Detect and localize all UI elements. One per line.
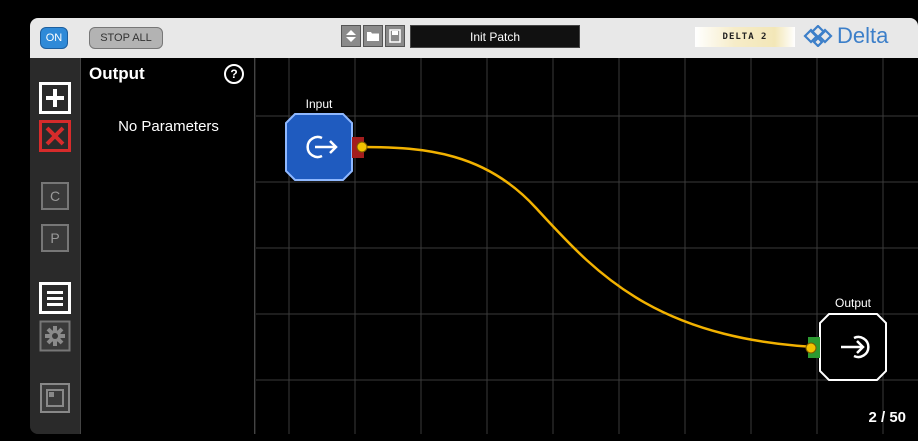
gear-icon (39, 320, 71, 352)
delete-x-icon (39, 120, 71, 152)
delta2-badge: DELTA 2 (695, 27, 795, 47)
delete-module-button[interactable] (39, 120, 71, 152)
menu-list-icon (39, 282, 71, 314)
open-folder-button[interactable] (363, 25, 383, 47)
preset-controls (341, 25, 405, 47)
output-node[interactable]: Output (819, 296, 887, 381)
preset-name-display[interactable]: Init Patch (410, 25, 580, 48)
no-parameters-text: No Parameters (118, 118, 219, 135)
patch-graph[interactable]: Input Output (256, 58, 918, 434)
save-icon (389, 29, 401, 43)
up-down-arrows-icon (346, 30, 356, 42)
patch-canvas[interactable]: Input Output 2 / 50 (256, 58, 918, 434)
copy-button[interactable]: C (39, 180, 71, 212)
canvas-grid (256, 58, 918, 434)
left-toolbar: C P (30, 58, 80, 434)
brand-logo: Delta (803, 23, 888, 49)
settings-button[interactable] (39, 320, 71, 352)
folder-icon (367, 32, 379, 41)
paste-label: P (50, 230, 60, 246)
on-button[interactable]: ON (40, 27, 68, 49)
stop-all-button[interactable]: STOP ALL (89, 27, 163, 49)
parameter-panel: Output ? No Parameters (80, 58, 255, 434)
brand-name: Delta (837, 23, 889, 48)
copy-label: C (49, 188, 61, 204)
main-area: C P Output ? No Parameters Input Output … (30, 58, 918, 434)
window-icon (40, 383, 70, 413)
menu-button[interactable] (39, 282, 71, 314)
output-node-label: Output (835, 296, 872, 310)
top-bar: ON STOP ALL Init Patch DELTA 2 Delta (30, 18, 918, 58)
window-toggle-button[interactable] (39, 382, 71, 414)
plus-icon (39, 82, 71, 114)
output-node-input-port[interactable] (805, 337, 820, 358)
delta-logo-icon (803, 25, 833, 47)
input-node-label: Input (306, 97, 333, 111)
module-counter: 2 / 50 (868, 409, 906, 426)
input-node[interactable]: Input (285, 97, 353, 181)
preset-stepper[interactable] (341, 25, 361, 47)
app-window: ON STOP ALL Init Patch DELTA 2 Delta C P… (0, 0, 918, 441)
add-module-button[interactable] (39, 82, 71, 114)
paste-button[interactable]: P (39, 222, 71, 254)
save-button[interactable] (385, 25, 405, 47)
panel-title: Output (89, 64, 145, 83)
help-icon[interactable]: ? (224, 64, 244, 84)
input-node-output-port[interactable] (352, 137, 368, 158)
